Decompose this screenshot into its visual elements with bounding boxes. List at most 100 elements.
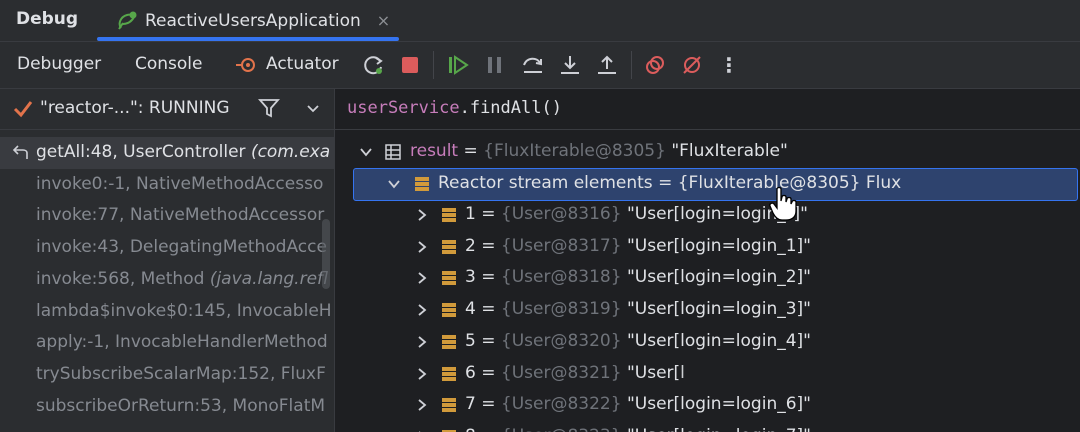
chevron-down-icon[interactable] xyxy=(304,99,322,117)
element-index: 1 xyxy=(465,204,476,224)
list-icon xyxy=(442,303,456,318)
close-icon[interactable]: × xyxy=(377,11,390,30)
step-out-icon[interactable] xyxy=(595,53,619,77)
frame-method: apply:-1, InvocableHandlerMethod xyxy=(36,332,328,353)
stream-element-node[interactable]: 8 = {User@8323} "User[login=login_7]" xyxy=(353,422,1053,432)
chevron-right-icon[interactable] xyxy=(415,208,429,222)
variables-panel: userService.findAll() result = {FluxIter… xyxy=(335,89,1080,432)
frame-method: invoke:43, DelegatingMethodAcce xyxy=(36,237,327,258)
rerun-icon[interactable] xyxy=(362,53,386,77)
frame-class: (com.exa xyxy=(250,142,331,162)
list-icon xyxy=(442,239,456,254)
hand-cursor-icon xyxy=(769,186,797,221)
resume-icon[interactable] xyxy=(446,53,470,77)
expression-object: userService xyxy=(347,98,460,118)
mute-breakpoints-icon[interactable] xyxy=(680,53,704,77)
element-value: "User[login=login_2]" xyxy=(626,267,811,288)
element-ref: {User@8323} xyxy=(501,426,622,432)
debug-toolbar: Debugger Console Actuator ⋮ xyxy=(0,42,1080,89)
element-ref: {User@8316} xyxy=(500,204,622,224)
element-text: 3 = {User@8318} "User[login=login_2]" xyxy=(465,267,811,288)
element-index: 5 xyxy=(465,330,476,351)
run-config-tab[interactable]: ReactiveUsersApplication × xyxy=(115,0,390,41)
element-text: 8 = {User@8323} "User[login=login_7]" xyxy=(465,426,811,432)
tab-actuator[interactable]: Actuator xyxy=(266,54,339,74)
element-value: "User[login=login_7]" xyxy=(627,426,811,432)
chevron-down-icon[interactable] xyxy=(359,145,373,159)
stack-frame[interactable]: trySubscribeScalarMap:152, FluxF xyxy=(0,359,334,391)
step-over-icon[interactable] xyxy=(521,53,545,77)
list-icon xyxy=(442,334,456,349)
evaluate-expression[interactable]: userService.findAll() xyxy=(347,98,562,118)
element-ref: {User@8317} xyxy=(500,235,622,256)
chevron-right-icon[interactable] xyxy=(415,398,429,412)
tab-console[interactable]: Console xyxy=(135,54,203,74)
frame-label: invoke0:-1, NativeMethodAccesso xyxy=(36,174,323,194)
pause-icon[interactable] xyxy=(483,53,507,77)
result-node[interactable]: result = {FluxIterable@8305} "FluxIterab… xyxy=(353,137,1053,168)
element-ref: {User@8318} xyxy=(500,267,622,288)
reactor-stream-node[interactable]: Reactor stream elements = {FluxIterable@… xyxy=(353,168,1078,201)
stream-text: Reactor stream elements = {FluxIterable@… xyxy=(438,173,902,193)
chevron-right-icon[interactable] xyxy=(415,303,429,317)
stack-frame[interactable]: lambda$invoke$0:145, InvocableH xyxy=(0,296,334,328)
check-icon xyxy=(13,101,33,118)
scrollbar[interactable] xyxy=(322,219,330,289)
stream-element-node[interactable]: 2 = {User@8317} "User[login=login_1]" xyxy=(353,232,1053,263)
step-into-icon[interactable] xyxy=(558,53,582,77)
frame-method: invoke0:-1, NativeMethodAccesso xyxy=(36,173,324,194)
more-icon[interactable]: ⋮ xyxy=(717,53,741,77)
expression-call: .findAll() xyxy=(459,98,562,118)
stack-frame[interactable]: subscribeOrReturn:53, MonoFlatM xyxy=(0,391,334,423)
chevron-right-icon[interactable] xyxy=(415,367,429,381)
element-text: 2 = {User@8317} "User[login=login_1]" xyxy=(465,235,811,256)
frame-method: getAll:48, UserController xyxy=(36,142,251,162)
stack-frame[interactable]: getAll:48, UserController (com.exa xyxy=(0,137,334,169)
filter-icon[interactable] xyxy=(258,97,280,119)
stack-frame[interactable]: apply:-1, InvocableHandlerMethod xyxy=(0,327,334,359)
stack-frame[interactable]: invoke:568, Method (java.lang.refl xyxy=(0,264,334,296)
stack-frame[interactable]: invoke:77, NativeMethodAccessor xyxy=(0,200,334,232)
element-value: "User[login=login_4]" xyxy=(626,330,811,351)
stream-element-node[interactable]: 3 = {User@8318} "User[login=login_2]" xyxy=(353,263,1053,294)
chevron-right-icon[interactable] xyxy=(415,240,429,254)
thread-selector[interactable]: "reactor-...": RUNNING xyxy=(0,89,334,130)
variable-ref: {FluxIterable@8305} xyxy=(483,141,666,161)
frame-method: trySubscribeScalarMap:152, FluxF xyxy=(36,363,326,384)
stream-element-node[interactable]: 1 = {User@8316} "User[login=login_"]" xyxy=(353,200,1053,231)
element-text: 5 = {User@8320} "User[login=login_4]" xyxy=(465,330,811,351)
return-arrow-icon xyxy=(12,145,28,159)
frame-label: trySubscribeScalarMap:152, FluxF xyxy=(36,364,326,384)
variable-name: result xyxy=(410,141,459,161)
element-value: "User[login=login_1]" xyxy=(626,235,811,256)
element-value: "User[l xyxy=(626,362,685,383)
frame-label: subscribeOrReturn:53, MonoFlatM xyxy=(36,396,325,416)
stream-element-node[interactable]: 7 = {User@8322} "User[login=login_6]" xyxy=(353,390,1053,421)
chevron-right-icon[interactable] xyxy=(415,335,429,349)
frame-label: apply:-1, InvocableHandlerMethod xyxy=(36,332,328,352)
frames-panel: "reactor-...": RUNNING getAll:48, UserCo… xyxy=(0,89,335,432)
element-text: 6 = {User@8321} "User[l xyxy=(465,362,685,383)
element-value: "User[login=login_3]" xyxy=(626,299,811,320)
chevron-right-icon[interactable] xyxy=(415,271,429,285)
frame-label: invoke:77, NativeMethodAccessor xyxy=(36,205,324,225)
list-icon xyxy=(442,398,456,413)
stop-icon[interactable] xyxy=(398,53,422,77)
stream-element-node[interactable]: 4 = {User@8319} "User[login=login_3]" xyxy=(353,295,1053,326)
actuator-icon xyxy=(234,53,258,77)
view-breakpoints-icon[interactable] xyxy=(643,53,667,77)
stack-frame[interactable]: invoke:43, DelegatingMethodAcce xyxy=(0,232,334,264)
spring-boot-run-icon xyxy=(118,11,137,30)
chevron-down-icon[interactable] xyxy=(387,177,401,191)
run-tab-label: ReactiveUsersApplication xyxy=(145,10,361,31)
element-index: 4 xyxy=(465,299,476,320)
list-icon xyxy=(442,271,456,286)
element-index: 3 xyxy=(465,267,476,288)
frame-method: lambda$invoke$0:145, InvocableH xyxy=(36,300,332,321)
thread-label: "reactor-...": RUNNING xyxy=(40,98,230,118)
frame-label: getAll:48, UserController (com.exa xyxy=(36,142,330,162)
stack-frame[interactable]: invoke0:-1, NativeMethodAccesso xyxy=(0,169,334,201)
tab-debugger[interactable]: Debugger xyxy=(17,54,101,74)
list-icon xyxy=(415,177,429,191)
frame-label: invoke:43, DelegatingMethodAcce xyxy=(36,237,327,257)
